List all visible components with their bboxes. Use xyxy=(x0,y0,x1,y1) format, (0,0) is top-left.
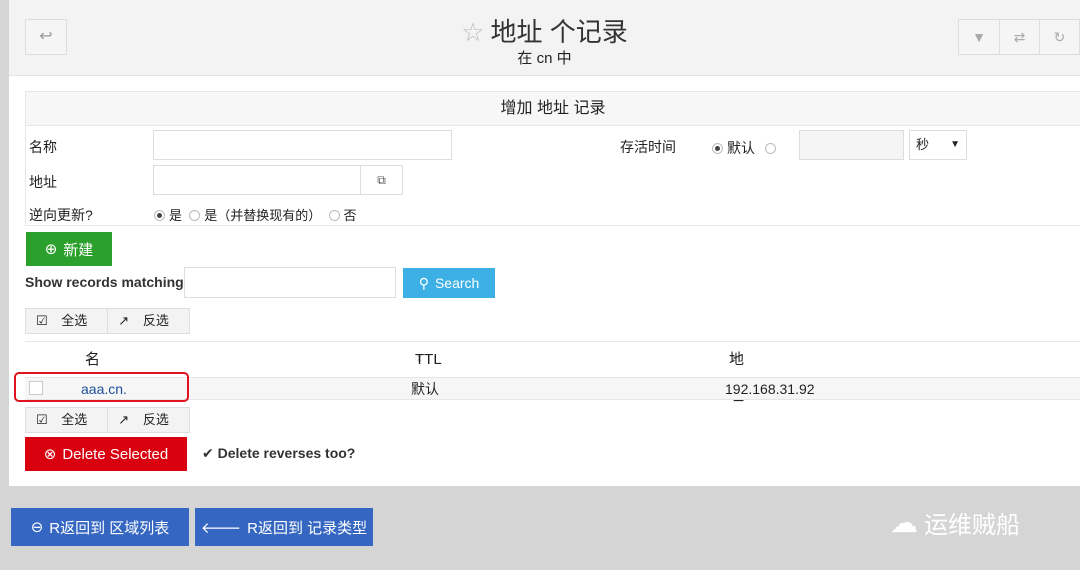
option-label: 否 xyxy=(343,208,357,223)
radio-icon xyxy=(712,143,723,154)
invert-button[interactable]: ↗ 反选 xyxy=(107,408,189,432)
new-button[interactable]: ⊕ 新建 xyxy=(26,232,112,266)
record-ttl: 默认 xyxy=(411,381,439,397)
form-heading: 增加 地址 记录 xyxy=(26,92,1080,126)
name-input[interactable] xyxy=(153,130,452,160)
selection-group-bottom: ☑ 全选 ↗ 反选 xyxy=(25,407,190,433)
caret-down-icon: ▼ xyxy=(950,139,960,150)
watermark-text: 运维贼船 xyxy=(924,512,1020,539)
watermark: ☁ 运维贼船 xyxy=(890,505,1020,540)
times-circle-icon: ⊗ xyxy=(43,446,57,463)
reverse-radios: 是 是（并替换现有的） 否 xyxy=(154,205,357,224)
star-icon[interactable]: ☆ xyxy=(461,17,484,47)
search-button-label: Search xyxy=(434,275,480,291)
reverse-option-replace[interactable]: 是（并替换现有的） xyxy=(189,208,321,223)
select-all-button[interactable]: ☑ 全选 xyxy=(26,408,107,432)
ttl-unit-select[interactable]: 秒 ▼ xyxy=(909,130,967,160)
reverse-label: 逆向更新? xyxy=(29,207,93,223)
highlight-box xyxy=(14,372,189,402)
invert-label: 反选 xyxy=(142,412,169,427)
retweet-icon[interactable]: ⇄ xyxy=(999,20,1039,54)
arrow-left-icon: 🡐 xyxy=(200,519,242,537)
invert-button[interactable]: ↗ 反选 xyxy=(107,309,189,333)
filter-icon[interactable]: ▼ xyxy=(959,20,999,54)
address-label: 地址 xyxy=(29,174,57,190)
delete-reverses-label: Delete reverses too? xyxy=(217,445,356,461)
ttl-default-radio[interactable]: 默认 xyxy=(712,138,780,158)
select-all-label: 全选 xyxy=(61,313,88,328)
search-icon: ⚲ xyxy=(418,274,429,291)
back-types-label: R返回到 记录类型 xyxy=(247,519,368,537)
add-record-form: 增加 地址 记录 名称 存活时间 默认 秒 ▼ 地址 ⧉ 逆向更新? 是 是（并替… xyxy=(25,91,1080,226)
arrow-circle-left-icon: ⊖ xyxy=(30,519,44,536)
page-header: ↩ ☆ 地址 个记录 在 cn 中 ▼ ⇄ ↻ xyxy=(9,0,1080,76)
new-label: 新建 xyxy=(63,241,94,259)
option-label: 是（并替换现有的） xyxy=(204,208,322,223)
select-all-label: 全选 xyxy=(61,412,88,427)
address-input[interactable] xyxy=(153,165,361,195)
select-all-button[interactable]: ☑ 全选 xyxy=(26,309,107,333)
option-label: 是 xyxy=(169,208,183,223)
back-to-types-button[interactable]: 🡐 R返回到 记录类型 xyxy=(195,508,373,546)
copy-icon: ⧉ xyxy=(377,173,386,187)
reverse-option-yes[interactable]: 是 xyxy=(154,208,182,223)
page-title: ☆ 地址 个记录 xyxy=(9,12,1080,49)
delete-label: Delete Selected xyxy=(62,445,169,463)
copy-button[interactable]: ⧉ xyxy=(360,165,403,195)
back-zones-label: R返回到 区域列表 xyxy=(49,519,170,537)
radio-icon xyxy=(328,210,340,221)
ttl-input[interactable] xyxy=(799,130,904,160)
ttl-default-label: 默认 xyxy=(727,140,755,156)
ttl-label: 存活时间 xyxy=(620,139,676,155)
record-address: 192.168.31.92 xyxy=(725,381,815,397)
column-label: TTL xyxy=(415,351,442,368)
wechat-icon: ☁ xyxy=(890,507,918,538)
search-label: Show records matching: xyxy=(25,274,189,290)
search-button[interactable]: ⚲ Search xyxy=(403,268,495,298)
page-subtitle: 在 cn 中 xyxy=(517,50,572,67)
radio-icon xyxy=(189,210,201,221)
selection-group-top: ☑ 全选 ↗ 反选 xyxy=(25,308,190,334)
back-to-zones-button[interactable]: ⊖ R返回到 区域列表 xyxy=(11,508,189,546)
delete-reverses-checkbox[interactable]: ✔ Delete reverses too? xyxy=(202,445,355,462)
title-text: 地址 个记录 xyxy=(490,17,628,47)
reverse-option-no[interactable]: 否 xyxy=(328,208,357,223)
name-label: 名称 xyxy=(29,139,57,155)
invert-label: 反选 xyxy=(142,313,169,328)
toolbar: ▼ ⇄ ↻ xyxy=(958,19,1080,55)
main-panel: ↩ ☆ 地址 个记录 在 cn 中 ▼ ⇄ ↻ 增加 地址 记录 名称 存活时间 … xyxy=(9,0,1080,486)
ttl-unit-value: 秒 xyxy=(916,137,930,152)
refresh-icon[interactable]: ↻ xyxy=(1039,20,1079,54)
check-icon: ✔ xyxy=(202,445,214,461)
plus-circle-icon: ⊕ xyxy=(44,241,58,258)
radio-icon xyxy=(154,210,165,221)
search-input[interactable] xyxy=(184,267,396,298)
ttl-custom-radio[interactable] xyxy=(764,143,776,154)
delete-selected-button[interactable]: ⊗ Delete Selected xyxy=(25,437,187,471)
